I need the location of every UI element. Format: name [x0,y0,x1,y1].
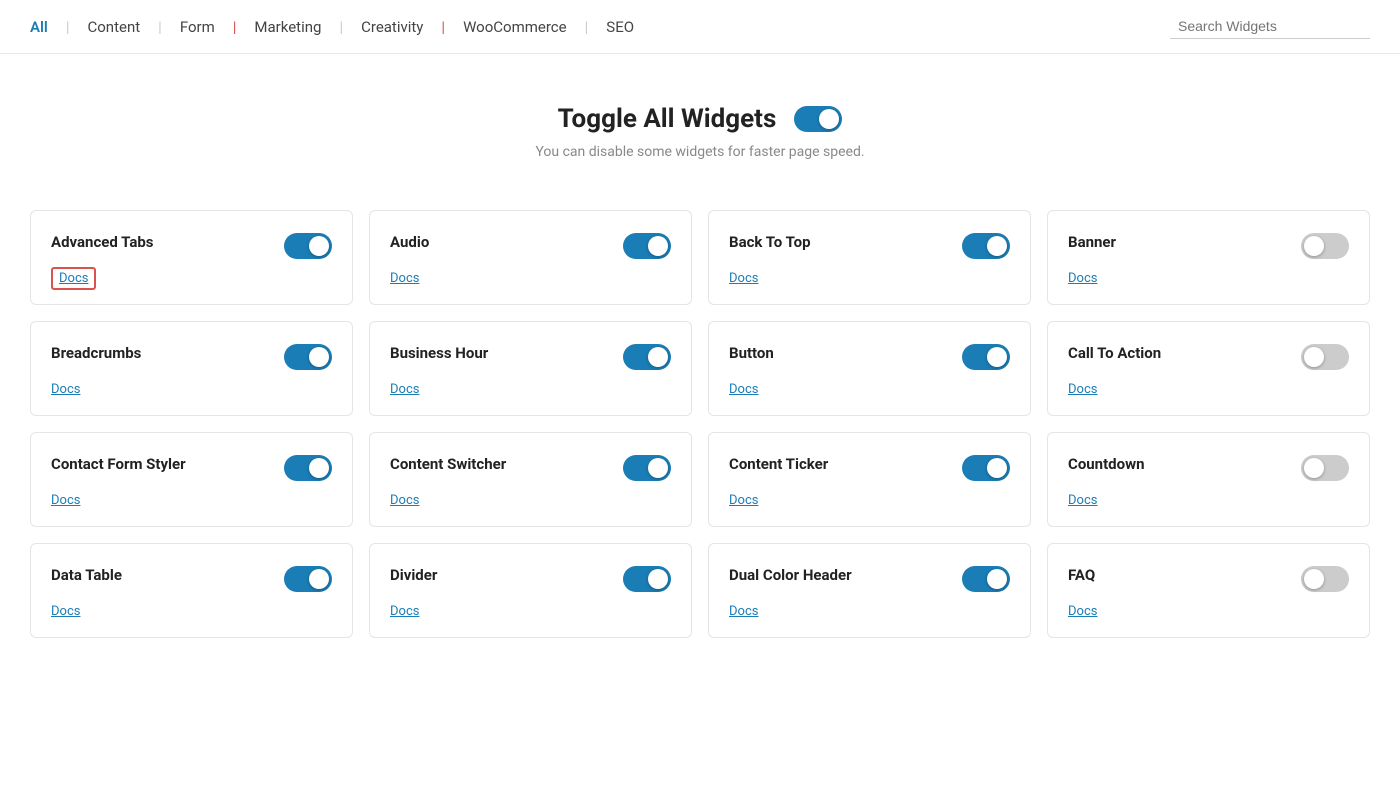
toggle-all-widgets[interactable] [794,106,842,132]
widget-toggle-10[interactable] [962,455,1010,481]
widget-name: Data Table [51,566,122,584]
widget-name: Advanced Tabs [51,233,154,251]
widget-grid: Advanced Tabs Docs Audio Docs Back To To… [0,200,1400,668]
widget-docs-link[interactable]: Docs [729,600,1010,619]
widget-card-header: FAQ [1068,566,1349,592]
widget-docs-link[interactable]: Docs [729,267,1010,286]
widget-card: Divider Docs [369,543,692,638]
widget-name: Countdown [1068,455,1145,473]
nav-item-creativity[interactable]: Creativity [343,18,441,36]
widget-card: Content Switcher Docs [369,432,692,527]
widget-toggle-0[interactable] [284,233,332,259]
widget-name: Breadcrumbs [51,344,141,362]
widget-toggle-2[interactable] [962,233,1010,259]
widget-toggle-12[interactable] [284,566,332,592]
widget-card: FAQ Docs [1047,543,1370,638]
widget-card-header: Business Hour [390,344,671,370]
widget-card-header: Contact Form Styler [51,455,332,481]
search-input[interactable] [1170,14,1370,39]
widget-card: Advanced Tabs Docs [30,210,353,305]
widget-card-header: Data Table [51,566,332,592]
widget-docs-link[interactable]: Docs [390,378,671,397]
nav-item-all[interactable]: All [30,18,66,36]
widget-name: FAQ [1068,566,1095,584]
widget-toggle-6[interactable] [962,344,1010,370]
widget-docs-link[interactable]: Docs [1068,600,1349,619]
widget-name: Audio [390,233,429,251]
widget-docs-link[interactable]: Docs [729,489,1010,508]
widget-card: Countdown Docs [1047,432,1370,527]
widget-card-header: Breadcrumbs [51,344,332,370]
widget-docs-link[interactable]: Docs [51,600,332,619]
top-nav: All | Content | Form | Marketing | Creat… [0,0,1400,54]
widget-card-header: Call To Action [1068,344,1349,370]
widget-card-header: Back To Top [729,233,1010,259]
widget-toggle-11[interactable] [1301,455,1349,481]
widget-docs-link[interactable]: Docs [51,267,332,286]
widget-card: Contact Form Styler Docs [30,432,353,527]
widget-docs-link[interactable]: Docs [1068,378,1349,397]
header-subtitle: You can disable some widgets for faster … [20,144,1380,160]
widget-card-header: Banner [1068,233,1349,259]
widget-docs-link[interactable]: Docs [1068,489,1349,508]
widget-toggle-15[interactable] [1301,566,1349,592]
widget-docs-link[interactable]: Docs [390,267,671,286]
nav-item-woocommerce[interactable]: WooCommerce [445,18,585,36]
header-section: Toggle All Widgets You can disable some … [0,54,1400,200]
widget-card-header: Advanced Tabs [51,233,332,259]
widget-name: Divider [390,566,437,584]
widget-name: Banner [1068,233,1116,251]
widget-card-header: Audio [390,233,671,259]
widget-toggle-13[interactable] [623,566,671,592]
widget-name: Back To Top [729,233,811,251]
nav-item-seo[interactable]: SEO [588,18,652,36]
widget-name: Content Switcher [390,455,506,473]
widget-toggle-1[interactable] [623,233,671,259]
widget-card-header: Divider [390,566,671,592]
widget-toggle-7[interactable] [1301,344,1349,370]
widget-toggle-9[interactable] [623,455,671,481]
widget-name: Button [729,344,774,362]
widget-docs-link[interactable]: Docs [51,489,332,508]
widget-docs-link[interactable]: Docs [51,378,332,397]
widget-card: Data Table Docs [30,543,353,638]
widget-name: Contact Form Styler [51,455,186,473]
widget-toggle-14[interactable] [962,566,1010,592]
widget-card: Back To Top Docs [708,210,1031,305]
widget-card: Dual Color Header Docs [708,543,1031,638]
widget-card: Breadcrumbs Docs [30,321,353,416]
widget-card: Business Hour Docs [369,321,692,416]
nav-item-content[interactable]: Content [69,18,158,36]
widget-docs-link[interactable]: Docs [1068,267,1349,286]
widget-card-header: Dual Color Header [729,566,1010,592]
widget-card-header: Countdown [1068,455,1349,481]
widget-toggle-5[interactable] [623,344,671,370]
nav-item-form[interactable]: Form [162,18,233,36]
widget-docs-link[interactable]: Docs [729,378,1010,397]
widget-card: Banner Docs [1047,210,1370,305]
widget-name: Dual Color Header [729,566,852,584]
widget-docs-link[interactable]: Docs [390,489,671,508]
widget-docs-link[interactable]: Docs [390,600,671,619]
widget-card-header: Content Switcher [390,455,671,481]
header-title: Toggle All Widgets [558,104,777,134]
widget-name: Content Ticker [729,455,828,473]
widget-card: Content Ticker Docs [708,432,1031,527]
widget-card: Audio Docs [369,210,692,305]
widget-card: Call To Action Docs [1047,321,1370,416]
widget-card-header: Content Ticker [729,455,1010,481]
widget-name: Business Hour [390,344,488,362]
widget-card: Button Docs [708,321,1031,416]
widget-toggle-3[interactable] [1301,233,1349,259]
widget-name: Call To Action [1068,344,1161,362]
widget-toggle-8[interactable] [284,455,332,481]
widget-card-header: Button [729,344,1010,370]
widget-toggle-4[interactable] [284,344,332,370]
nav-item-marketing[interactable]: Marketing [236,18,339,36]
